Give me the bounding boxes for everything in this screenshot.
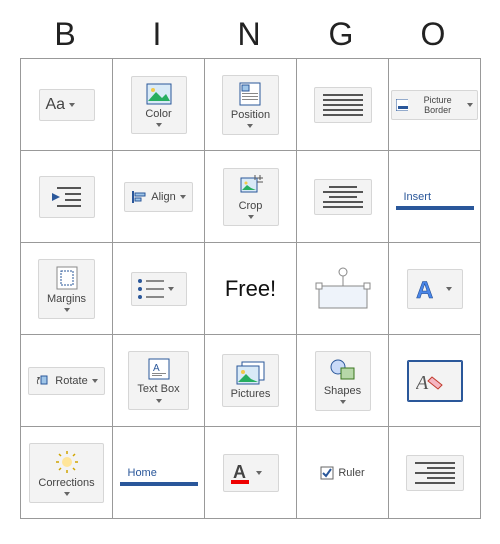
header-b: B bbox=[20, 10, 112, 58]
cell-text-effects[interactable]: A bbox=[391, 245, 478, 332]
corrections-icon bbox=[54, 450, 80, 474]
font-color-icon: A bbox=[230, 461, 252, 485]
cell-align[interactable]: Align bbox=[115, 153, 202, 240]
cell-font-color[interactable]: A bbox=[207, 429, 294, 516]
insert-tab: Insert bbox=[396, 184, 474, 210]
header-o: O bbox=[388, 10, 480, 58]
cell-crop[interactable]: Crop bbox=[207, 153, 294, 240]
header-n: N bbox=[204, 10, 296, 58]
pictures-icon bbox=[236, 361, 266, 385]
cell-themes[interactable]: Aa bbox=[23, 61, 110, 148]
cell-insert-tab[interactable]: Insert bbox=[391, 153, 478, 240]
header-g: G bbox=[296, 10, 388, 58]
picture-color-icon bbox=[146, 83, 172, 105]
cell-shape-handle[interactable] bbox=[299, 245, 386, 332]
cell-text-box[interactable]: A Text Box bbox=[115, 337, 202, 424]
crop-icon bbox=[238, 175, 264, 197]
chevron-down-icon bbox=[180, 195, 186, 199]
svg-text:A: A bbox=[153, 363, 160, 374]
cell-picture-border[interactable]: Picture Border bbox=[391, 61, 478, 148]
home-tab: Home bbox=[120, 460, 198, 486]
picture-border-icon bbox=[396, 99, 408, 111]
center-align-icon bbox=[323, 186, 363, 208]
text-effects-icon: A bbox=[414, 276, 442, 302]
chevron-down-icon bbox=[247, 124, 253, 128]
chevron-down-icon bbox=[64, 308, 70, 312]
svg-text:A: A bbox=[416, 277, 433, 302]
align-icon bbox=[131, 189, 147, 205]
rotate-icon bbox=[35, 374, 51, 388]
cell-free: Free! bbox=[207, 245, 294, 332]
shapes-icon bbox=[329, 358, 357, 382]
checkbox-checked-icon bbox=[320, 466, 334, 480]
chevron-down-icon bbox=[248, 215, 254, 219]
cell-home-tab[interactable]: Home bbox=[115, 429, 202, 516]
increase-indent-icon bbox=[49, 183, 85, 211]
cell-clear-format[interactable]: A bbox=[391, 337, 478, 424]
bingo-grid: Aa Color Position bbox=[20, 58, 481, 519]
shape-rotate-handle-icon bbox=[313, 266, 373, 312]
cell-center[interactable] bbox=[299, 153, 386, 240]
cell-margins[interactable]: Margins bbox=[23, 245, 110, 332]
chevron-down-icon bbox=[446, 287, 452, 291]
cell-position[interactable]: Position bbox=[207, 61, 294, 148]
chevron-down-icon bbox=[69, 103, 75, 107]
cell-bullets[interactable] bbox=[115, 245, 202, 332]
themes-icon: Aa bbox=[46, 96, 66, 114]
align-right-icon bbox=[415, 462, 455, 484]
cell-justify[interactable] bbox=[299, 61, 386, 148]
justify-icon bbox=[323, 94, 363, 116]
chevron-down-icon bbox=[92, 379, 98, 383]
chevron-down-icon bbox=[64, 492, 70, 496]
chevron-down-icon bbox=[156, 399, 162, 403]
clear-formatting-icon: A bbox=[416, 369, 444, 393]
chevron-down-icon bbox=[168, 287, 174, 291]
svg-text:A: A bbox=[416, 372, 429, 393]
cell-ruler[interactable]: Ruler bbox=[299, 429, 386, 516]
text-box-icon: A bbox=[148, 358, 170, 380]
cell-align-right[interactable] bbox=[391, 429, 478, 516]
cell-color[interactable]: Color bbox=[115, 61, 202, 148]
bullets-icon bbox=[138, 279, 164, 299]
margins-icon bbox=[56, 266, 78, 290]
chevron-down-icon bbox=[467, 103, 473, 107]
position-icon bbox=[239, 82, 261, 106]
cell-increase-indent[interactable] bbox=[23, 153, 110, 240]
chevron-down-icon bbox=[340, 400, 346, 404]
header-i: I bbox=[112, 10, 204, 58]
cell-shapes[interactable]: Shapes bbox=[299, 337, 386, 424]
bingo-card: B I N G O Aa Color bbox=[20, 10, 480, 544]
svg-text:A: A bbox=[233, 462, 246, 482]
cell-pictures[interactable]: Pictures bbox=[207, 337, 294, 424]
chevron-down-icon bbox=[256, 471, 262, 475]
cell-rotate[interactable]: Rotate bbox=[23, 337, 110, 424]
cell-corrections[interactable]: Corrections bbox=[23, 429, 110, 516]
chevron-down-icon bbox=[156, 123, 162, 127]
bingo-header: B I N G O bbox=[20, 10, 480, 58]
